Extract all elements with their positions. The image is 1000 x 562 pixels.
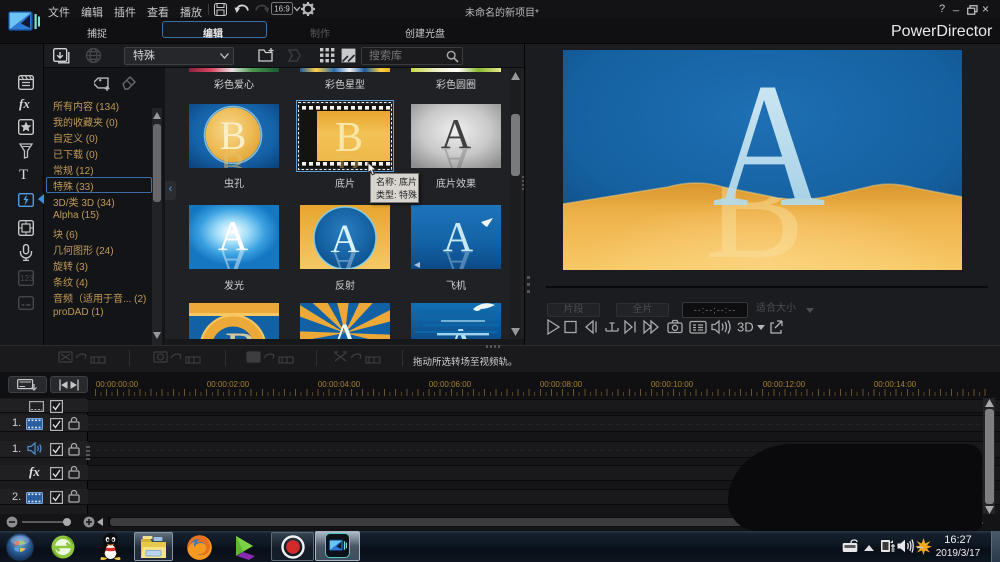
svg-text:A: A (441, 138, 472, 168)
svg-text:3D: 3D (737, 320, 754, 335)
svg-text:A: A (331, 242, 360, 269)
svg-text:A: A (218, 239, 249, 269)
svg-text:A: A (331, 315, 360, 339)
svg-text:A: A (712, 50, 825, 244)
svg-text:16:9: 16:9 (274, 5, 290, 14)
svg-text:A: A (443, 241, 474, 269)
svg-text:B: B (220, 144, 247, 168)
svg-text:B: B (225, 323, 257, 339)
svg-text:123: 123 (20, 274, 34, 283)
